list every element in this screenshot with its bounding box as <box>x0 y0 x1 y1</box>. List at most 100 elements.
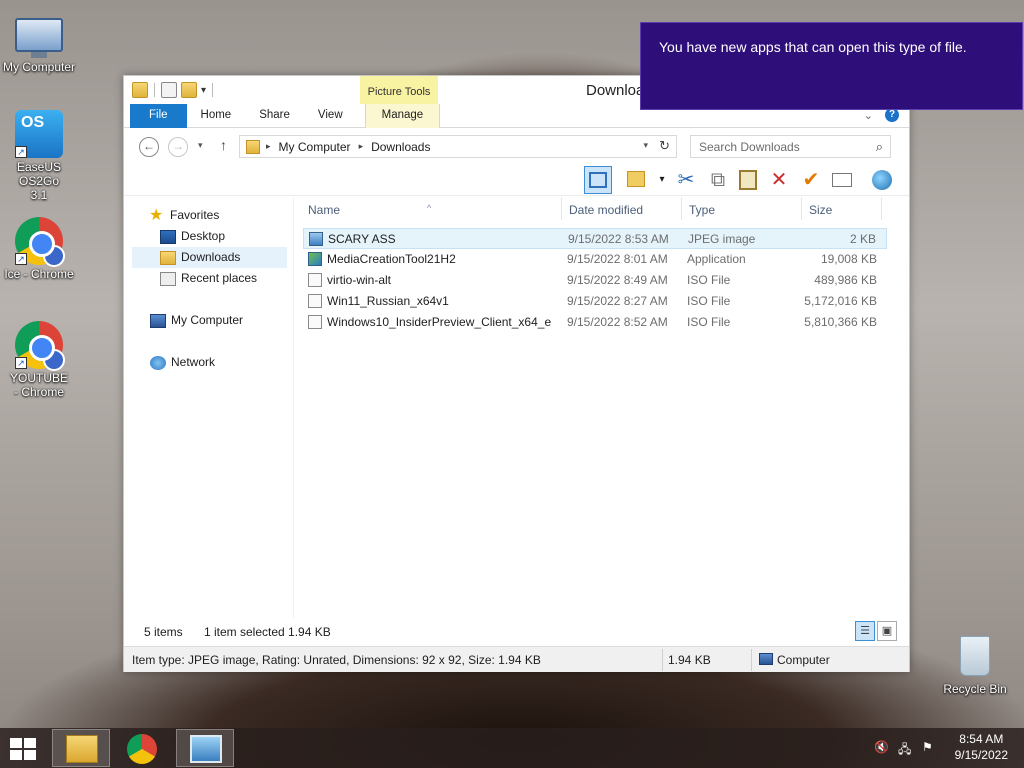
address-bar[interactable]: ▸ My Computer ▸ Downloads ▾ ↻ <box>239 135 677 158</box>
address-history-chevron-icon[interactable]: ▾ <box>643 140 648 151</box>
column-divider[interactable] <box>681 198 682 220</box>
properties-icon[interactable] <box>828 166 856 194</box>
breadcrumb-separator-icon[interactable]: ▸ <box>359 141 364 152</box>
navigation-pane: ★ Favorites Desktop Downloads Recent pla… <box>124 198 294 618</box>
status-row: 5 items 1 item selected 1.94 KB ☰ ▣ <box>124 621 909 643</box>
new-folder-icon[interactable] <box>181 82 197 98</box>
globe-icon[interactable] <box>868 166 896 194</box>
file-type: ISO File <box>687 273 731 287</box>
taskbar-photos[interactable] <box>176 729 234 767</box>
nav-desktop[interactable]: Desktop <box>160 226 225 247</box>
file-name: virtio-win-alt <box>327 273 392 287</box>
nav-network[interactable]: Network <box>150 352 215 373</box>
command-toolbar: ▾ ✂ ⧉ ✕ ✔ <box>124 164 909 196</box>
clock[interactable]: 8:54 AM 9/15/2022 <box>955 731 1008 763</box>
nav-label: Network <box>171 355 216 369</box>
file-type: Application <box>687 252 746 266</box>
star-icon: ★ <box>149 206 164 224</box>
cut-icon[interactable]: ✂ <box>672 166 700 194</box>
search-icon[interactable]: ⌕ <box>876 139 883 155</box>
application-icon <box>308 252 322 266</box>
up-arrow-icon[interactable]: ↑ <box>220 137 227 153</box>
clock-time: 8:54 AM <box>959 732 1004 746</box>
network-tray-icon[interactable]: 🖧 <box>898 740 912 756</box>
view-switcher: ☰ ▣ <box>855 621 897 641</box>
preview-pane-button[interactable] <box>584 166 612 194</box>
new-apps-notification[interactable]: You have new apps that can open this typ… <box>640 22 1023 110</box>
column-divider[interactable] <box>801 198 802 220</box>
clock-date: 9/15/2022 <box>954 748 1008 762</box>
breadcrumb-downloads[interactable]: Downloads <box>371 140 430 154</box>
table-row[interactable]: MediaCreationTool21H2 9/15/2022 8:01 AM … <box>303 249 887 270</box>
large-icons-view-icon[interactable]: ▣ <box>877 621 897 641</box>
tab-home[interactable]: Home <box>187 104 246 128</box>
column-divider[interactable] <box>561 198 562 220</box>
shortcut-arrow-icon: ↗ <box>15 357 27 369</box>
address-row: ← → ▾ ↑ ▸ My Computer ▸ Downloads ▾ ↻ ⌕ <box>124 128 909 164</box>
explorer-window: ▾ Picture Tools Downloads File Home Shar… <box>123 75 910 672</box>
desktop-icon <box>160 229 176 244</box>
desktop-icon-easeus[interactable]: OS ↗ EaseUS OS2Go 3.1 <box>0 110 78 202</box>
file-size: 489,986 KB <box>814 273 877 287</box>
nav-favorites[interactable]: ★ Favorites <box>149 205 219 226</box>
profile-badge-icon <box>43 245 65 267</box>
desktop-icon-ice-chrome[interactable]: ↗ Ice - Chrome <box>0 217 78 281</box>
volume-muted-icon[interactable]: 🔇 <box>874 740 889 754</box>
customize-toolbar-chevron-icon[interactable]: ▾ <box>201 85 206 96</box>
search-input[interactable] <box>699 140 859 154</box>
column-size[interactable]: Size <box>809 203 832 217</box>
ribbon-controls: ⌄ ? <box>864 108 899 122</box>
desktop-icon-recycle-bin[interactable]: Recycle Bin <box>936 632 1014 696</box>
taskbar-file-explorer[interactable] <box>52 729 110 767</box>
rename-checkmark-icon[interactable]: ✔ <box>797 166 825 194</box>
table-row[interactable]: Windows10_InsiderPreview_Client_x64_e...… <box>303 312 887 333</box>
recent-locations-chevron-icon[interactable]: ▾ <box>198 140 203 151</box>
column-divider[interactable] <box>881 198 882 220</box>
tab-file[interactable]: File <box>130 104 187 128</box>
divider <box>751 649 752 671</box>
file-name: MediaCreationTool21H2 <box>327 252 456 266</box>
delete-icon[interactable]: ✕ <box>765 166 793 194</box>
windows-start-icon[interactable] <box>10 738 38 760</box>
column-date-modified[interactable]: Date modified <box>569 203 643 217</box>
nav-recent-places[interactable]: Recent places <box>160 268 257 289</box>
column-name[interactable]: Name <box>308 203 340 217</box>
nav-label: My Computer <box>171 313 244 327</box>
tab-view[interactable]: View <box>304 104 357 128</box>
file-date: 9/15/2022 8:49 AM <box>567 273 668 287</box>
folder-icon <box>246 139 260 154</box>
help-icon[interactable]: ? <box>885 108 899 122</box>
easeus-icon: OS ↗ <box>15 110 63 158</box>
desktop-icon-label: Recycle Bin <box>943 682 1007 696</box>
desktop-icon-youtube-chrome[interactable]: ↗ YOUTUBE - Chrome <box>0 321 78 399</box>
table-row[interactable]: Win11_Russian_x64v1 9/15/2022 8:27 AM IS… <box>303 291 887 312</box>
paste-icon[interactable] <box>734 166 762 194</box>
action-center-flag-icon[interactable]: ⚑ <box>922 740 936 754</box>
refresh-icon[interactable]: ↻ <box>659 138 670 154</box>
column-type[interactable]: Type <box>689 203 715 217</box>
taskbar: 🔇 🖧 ⚑ 8:54 AM 9/15/2022 <box>0 728 1024 768</box>
nav-my-computer[interactable]: My Computer <box>150 310 243 331</box>
expand-ribbon-chevron-icon[interactable]: ⌄ <box>864 109 873 122</box>
properties-icon[interactable] <box>161 82 177 98</box>
table-row[interactable]: SCARY ASS 9/15/2022 8:53 AM JPEG image 2… <box>303 228 887 249</box>
file-size: 2 KB <box>849 232 876 246</box>
taskbar-chrome[interactable] <box>114 729 172 767</box>
tab-share[interactable]: Share <box>245 104 304 128</box>
copy-icon[interactable]: ⧉ <box>704 166 732 194</box>
profile-badge-icon <box>43 349 65 371</box>
desktop-icon-my-computer[interactable]: My Computer <box>0 10 78 74</box>
details-bar: Item type: JPEG image, Rating: Unrated, … <box>124 646 909 672</box>
breadcrumb-my-computer[interactable]: My Computer <box>279 140 351 154</box>
breadcrumb-separator-icon[interactable]: ▸ <box>266 141 271 152</box>
folder-options-icon[interactable] <box>622 166 650 194</box>
details-view-icon[interactable]: ☰ <box>855 621 875 641</box>
desktop-icon-label: YOUTUBE - Chrome <box>9 371 68 399</box>
back-button[interactable]: ← <box>139 137 159 157</box>
nav-downloads[interactable]: Downloads <box>132 247 287 268</box>
table-row[interactable]: virtio-win-alt 9/15/2022 8:49 AM ISO Fil… <box>303 270 887 291</box>
forward-button[interactable]: → <box>168 137 188 157</box>
nav-label: Desktop <box>181 229 226 243</box>
tab-manage[interactable]: Manage <box>364 104 441 128</box>
folder-icon[interactable] <box>132 82 148 98</box>
